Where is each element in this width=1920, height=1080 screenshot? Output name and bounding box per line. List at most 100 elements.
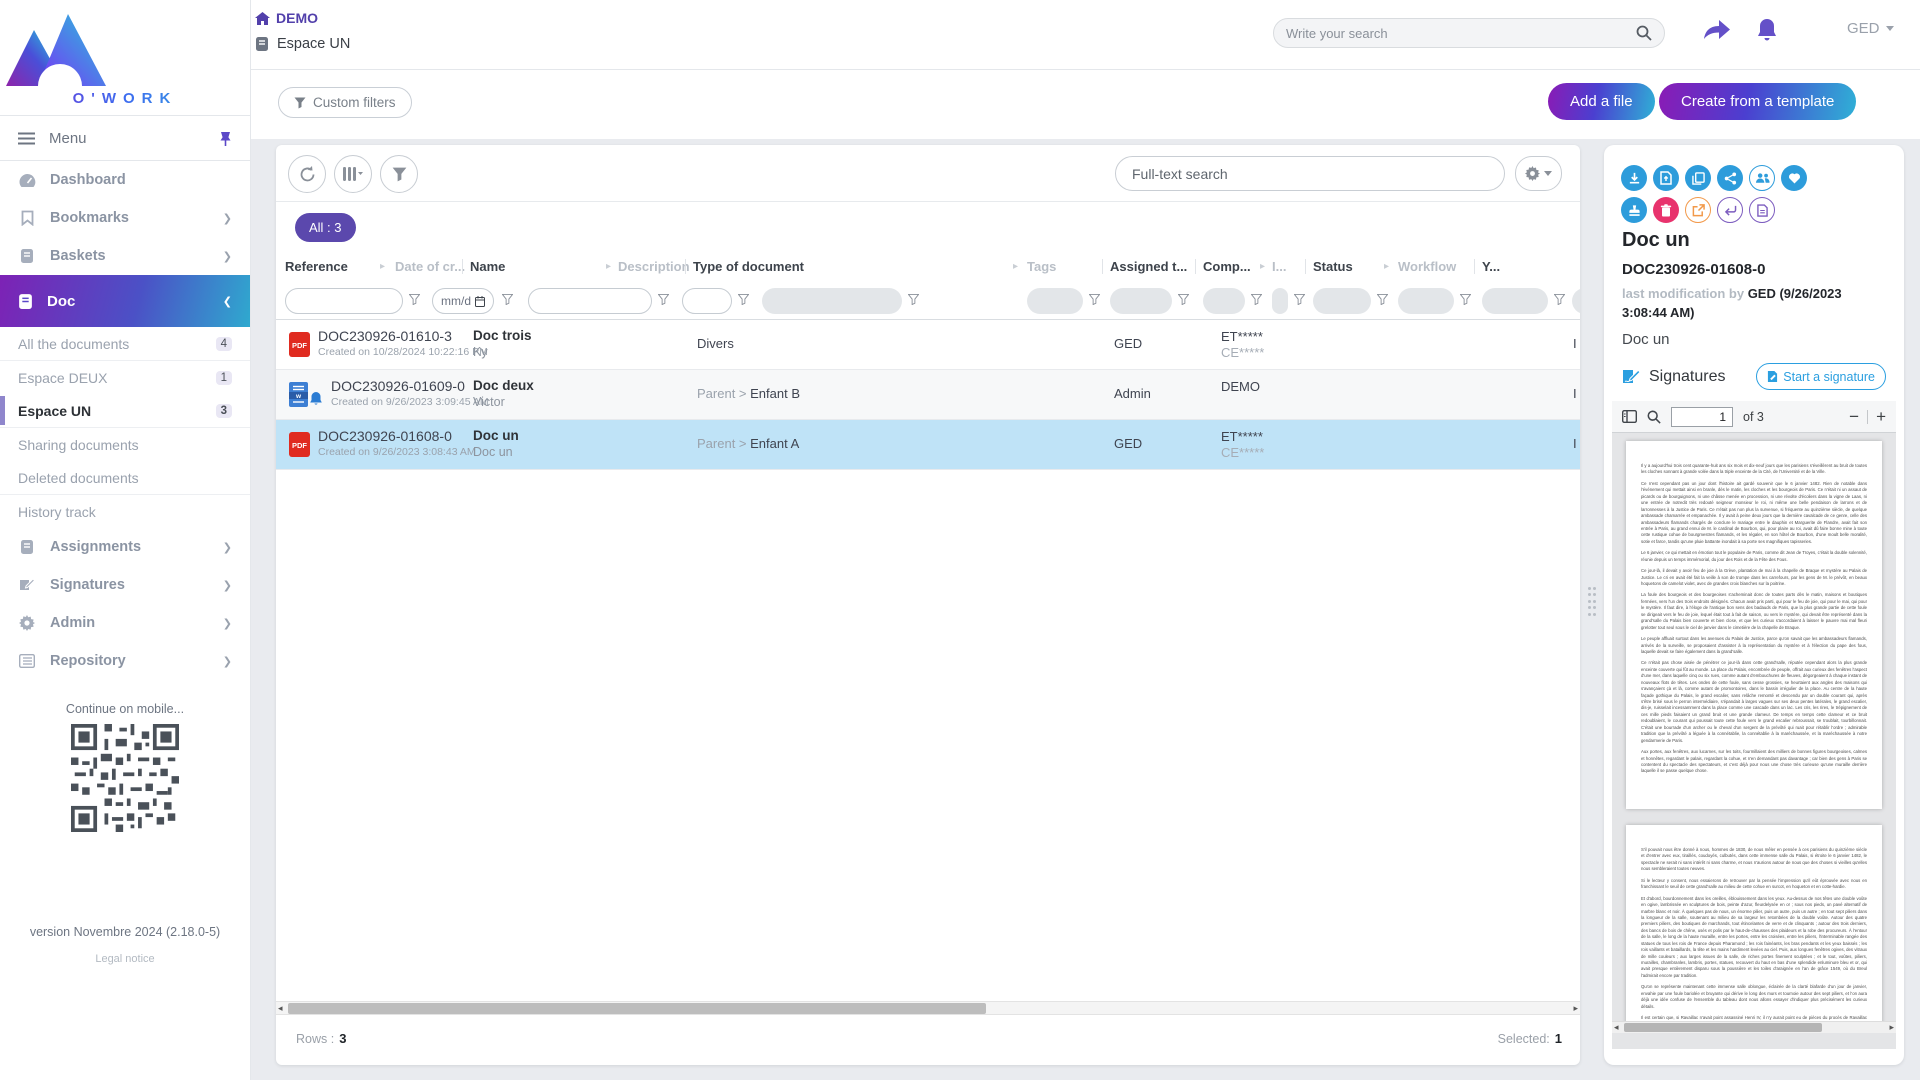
funnel-icon[interactable]: [1377, 294, 1388, 305]
filter-select-type[interactable]: [762, 288, 902, 314]
column-header-date[interactable]: Date of cr...: [395, 259, 465, 274]
scroll-left-icon[interactable]: ◂: [1614, 1022, 1619, 1033]
funnel-icon[interactable]: [1460, 294, 1471, 305]
open-external-button[interactable]: [1685, 197, 1711, 223]
share-button[interactable]: [1703, 18, 1731, 42]
filter-input-reference[interactable]: [285, 288, 403, 314]
assign-users-button[interactable]: [1749, 165, 1775, 191]
search-icon[interactable]: [1636, 25, 1652, 41]
share-document-button[interactable]: [1717, 165, 1743, 191]
filter-select-clipped[interactable]: [1572, 288, 1580, 314]
duplicate-button[interactable]: [1685, 165, 1711, 191]
sidebar-subitem-sharing-documents[interactable]: Sharing documents: [0, 428, 250, 461]
sidebar-item-admin[interactable]: Admin ❯: [0, 604, 250, 642]
column-divider[interactable]: [685, 259, 686, 274]
sidebar-item-assignments[interactable]: Assignments ❯: [0, 528, 250, 566]
notifications-button[interactable]: [1756, 18, 1778, 43]
filter-select-workflow[interactable]: [1398, 288, 1454, 314]
pdf-horizontal-scrollbar[interactable]: ◂ ▸: [1612, 1021, 1896, 1033]
sidebar-item-dashboard[interactable]: Dashboard: [0, 161, 250, 199]
scrollbar-thumb[interactable]: [1624, 1023, 1822, 1032]
delete-button[interactable]: [1653, 197, 1679, 223]
scroll-right-icon[interactable]: ▸: [1573, 1003, 1578, 1014]
column-header-description[interactable]: Description: [618, 259, 690, 274]
column-header-y[interactable]: Y...: [1482, 259, 1500, 274]
sidebar-subitem-all-documents[interactable]: All the documents 4: [0, 327, 250, 360]
search-icon[interactable]: [1647, 410, 1661, 424]
filter-select-assigned[interactable]: [1110, 288, 1172, 314]
breadcrumb-home[interactable]: DEMO: [255, 10, 318, 26]
funnel-icon[interactable]: [1294, 294, 1305, 305]
filter-input-name[interactable]: [528, 288, 652, 314]
table-row-selected[interactable]: PDF DOC230926-01608-0 Created on 9/26/20…: [276, 420, 1580, 470]
refresh-button[interactable]: [288, 155, 326, 193]
column-divider[interactable]: [1195, 259, 1196, 274]
column-header-type[interactable]: Type of document: [693, 259, 804, 274]
panel-resize-handle[interactable]: [1588, 587, 1598, 617]
fulltext-search-input[interactable]: [1132, 166, 1488, 182]
add-file-button[interactable]: Add a file: [1548, 83, 1655, 120]
filter-select-company[interactable]: [1203, 288, 1245, 314]
funnel-icon[interactable]: [1089, 294, 1100, 305]
sort-caret-icon[interactable]: ▸: [1384, 261, 1389, 272]
document-info-button[interactable]: [1749, 197, 1775, 223]
scroll-left-icon[interactable]: ◂: [278, 1003, 283, 1014]
column-header-company[interactable]: Comp...: [1203, 259, 1251, 274]
return-button[interactable]: [1717, 197, 1743, 223]
sidebar-item-repository[interactable]: Repository ❯: [0, 642, 250, 680]
sidebar-subitem-espace-un[interactable]: Espace UN 3: [0, 394, 250, 427]
table-settings-button[interactable]: [1515, 156, 1562, 191]
page-number-input[interactable]: [1671, 407, 1733, 427]
filter-select-tags[interactable]: [1027, 288, 1083, 314]
legal-notice-link[interactable]: Legal notice: [0, 953, 250, 965]
filter-input-date[interactable]: mm/d: [432, 288, 494, 314]
sidebar-item-doc[interactable]: Doc ❮: [0, 275, 250, 327]
column-divider[interactable]: [1474, 259, 1475, 274]
funnel-icon[interactable]: [908, 294, 919, 305]
filter-input-description[interactable]: [682, 288, 732, 314]
pin-icon[interactable]: [219, 131, 232, 146]
funnel-icon[interactable]: [1178, 294, 1189, 305]
columns-button[interactable]: [334, 155, 372, 193]
funnel-icon[interactable]: [1554, 294, 1565, 305]
pdf-pages-container[interactable]: Il y a aujourd'hui trois cent quarante-h…: [1612, 433, 1896, 1033]
scroll-right-icon[interactable]: ▸: [1889, 1022, 1894, 1033]
sort-caret-icon[interactable]: ▸: [1013, 261, 1018, 272]
stamp-button[interactable]: [1621, 197, 1647, 223]
funnel-icon[interactable]: [738, 294, 749, 305]
sidebar-item-baskets[interactable]: Baskets ❯: [0, 237, 250, 275]
favorite-button[interactable]: [1781, 165, 1807, 191]
column-divider[interactable]: [462, 259, 463, 274]
zoom-out-button[interactable]: −: [1849, 408, 1859, 425]
column-divider[interactable]: [1102, 259, 1103, 274]
table-row[interactable]: PDF DOC230926-01610-3 Created on 10/28/2…: [276, 320, 1580, 370]
download-button[interactable]: [1621, 165, 1647, 191]
sidebar-item-bookmarks[interactable]: Bookmarks ❯: [0, 199, 250, 237]
global-search-input[interactable]: [1286, 26, 1636, 41]
filter-select-status[interactable]: [1313, 288, 1371, 314]
funnel-icon[interactable]: [1251, 294, 1262, 305]
start-signature-button[interactable]: Start a signature: [1756, 363, 1886, 390]
sidebar-subitem-history-track[interactable]: History track: [0, 495, 250, 528]
sort-caret-icon[interactable]: ▸: [380, 261, 385, 272]
filter-select-i[interactable]: [1272, 288, 1288, 314]
profile-menu[interactable]: GED: [1847, 20, 1894, 37]
funnel-icon[interactable]: [658, 294, 669, 305]
filter-button[interactable]: [380, 155, 418, 193]
table-horizontal-scrollbar[interactable]: ◂ ▸: [276, 1001, 1580, 1015]
sidebar-item-signatures[interactable]: Signatures ❯: [0, 566, 250, 604]
sort-caret-icon[interactable]: ▸: [1260, 261, 1265, 272]
sort-caret-icon[interactable]: ▸: [606, 261, 611, 272]
custom-filters-button[interactable]: Custom filters: [278, 87, 412, 118]
sidebar-subitem-espace-deux[interactable]: Espace DEUX 1: [0, 361, 250, 394]
filter-select-y[interactable]: [1482, 288, 1548, 314]
scrollbar-thumb[interactable]: [288, 1003, 986, 1014]
column-header-workflow[interactable]: Workflow: [1398, 259, 1456, 274]
column-header-i[interactable]: I...: [1272, 259, 1286, 274]
funnel-icon[interactable]: [502, 294, 513, 305]
column-header-assigned[interactable]: Assigned t...: [1110, 259, 1187, 274]
all-count-chip[interactable]: All : 3: [295, 213, 356, 242]
sidebar-toggle-icon[interactable]: [1622, 410, 1637, 423]
table-row[interactable]: w DOC230926-01609-0 Created on 9/26/2023…: [276, 370, 1580, 420]
column-header-tags[interactable]: Tags: [1027, 259, 1056, 274]
